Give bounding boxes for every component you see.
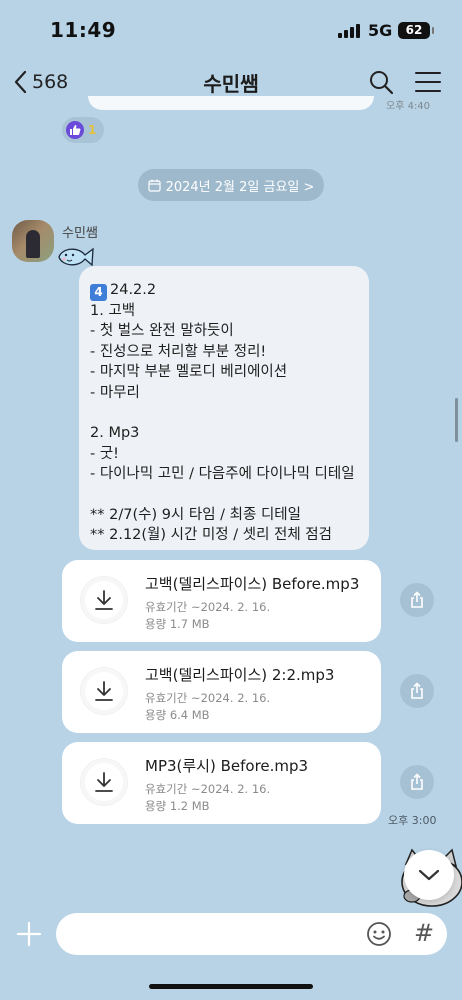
message-text: 24.2.2 1. 고백 - 첫 벌스 완전 말하듯이 - 진성으로 처리할 부… bbox=[90, 282, 355, 544]
emoji-icon[interactable] bbox=[366, 921, 392, 947]
file-name: 고백(델리스파이스) 2:2.mp3 bbox=[145, 666, 335, 684]
download-icon bbox=[95, 590, 113, 610]
share-icon bbox=[411, 591, 423, 608]
thumbs-up-icon bbox=[66, 121, 84, 139]
keycap-four-icon: 4 bbox=[90, 284, 107, 301]
plus-icon[interactable] bbox=[15, 920, 43, 948]
file-expiry: 유효기간 ~2024. 2. 16. bbox=[145, 600, 271, 614]
file-size: 용량 1.7 MB bbox=[145, 617, 210, 631]
message-input[interactable] bbox=[70, 913, 360, 955]
reaction-badge[interactable]: 1 bbox=[62, 117, 104, 143]
download-button[interactable] bbox=[80, 576, 128, 624]
share-button[interactable] bbox=[400, 583, 434, 617]
file-name: MP3(루시) Before.mp3 bbox=[145, 757, 309, 775]
share-icon bbox=[411, 773, 423, 790]
hash-button[interactable]: # bbox=[414, 919, 434, 947]
file-size: 용량 6.4 MB bbox=[145, 708, 210, 722]
previous-message-bubble[interactable] bbox=[88, 96, 374, 110]
menu-icon[interactable] bbox=[414, 70, 442, 94]
scrollbar[interactable] bbox=[455, 398, 458, 442]
reaction-count: 1 bbox=[88, 123, 97, 137]
previous-message-time: 오후 4:40 bbox=[386, 101, 431, 112]
status-time: 11:49 bbox=[50, 18, 117, 42]
scroll-down-button[interactable] bbox=[404, 850, 454, 900]
calendar-icon bbox=[147, 179, 161, 192]
file-card[interactable]: 고백(델리스파이스) 2:2.mp3 유효기간 ~2024. 2. 16. 용량… bbox=[62, 651, 381, 733]
chevron-down-icon bbox=[418, 869, 440, 881]
message-input-container[interactable]: # bbox=[56, 913, 447, 955]
download-icon bbox=[95, 681, 113, 701]
file-expiry: 유효기간 ~2024. 2. 16. bbox=[145, 782, 271, 796]
file-expiry: 유효기간 ~2024. 2. 16. bbox=[145, 691, 271, 705]
share-icon bbox=[411, 682, 423, 699]
file-card[interactable]: MP3(루시) Before.mp3 유효기간 ~2024. 2. 16. 용량… bbox=[62, 742, 381, 824]
date-label: 2024년 2월 2일 금요일 > bbox=[165, 179, 315, 195]
download-button[interactable] bbox=[80, 758, 128, 806]
date-chip[interactable]: 2024년 2월 2일 금요일 > bbox=[138, 169, 324, 201]
message-time: 오후 3:00 bbox=[388, 814, 437, 827]
share-button[interactable] bbox=[400, 674, 434, 708]
avatar[interactable] bbox=[12, 220, 54, 262]
network-label: 5G bbox=[368, 21, 393, 40]
search-icon[interactable] bbox=[368, 69, 394, 95]
signal-icon bbox=[338, 23, 362, 38]
share-button[interactable] bbox=[400, 765, 434, 799]
download-button[interactable] bbox=[80, 667, 128, 715]
file-name: 고백(델리스파이스) Before.mp3 bbox=[145, 575, 360, 593]
file-card[interactable]: 고백(델리스파이스) Before.mp3 유효기간 ~2024. 2. 16.… bbox=[62, 560, 381, 642]
message-bubble[interactable]: 4 24.2.2 1. 고백 - 첫 벌스 완전 말하듯이 - 진성으로 처리할 … bbox=[79, 266, 369, 550]
download-icon bbox=[95, 772, 113, 792]
home-indicator bbox=[149, 984, 313, 989]
battery-icon: 62 bbox=[398, 22, 434, 39]
file-size: 용량 1.2 MB bbox=[145, 799, 210, 813]
sender-name: 수민쌤 bbox=[62, 226, 98, 241]
